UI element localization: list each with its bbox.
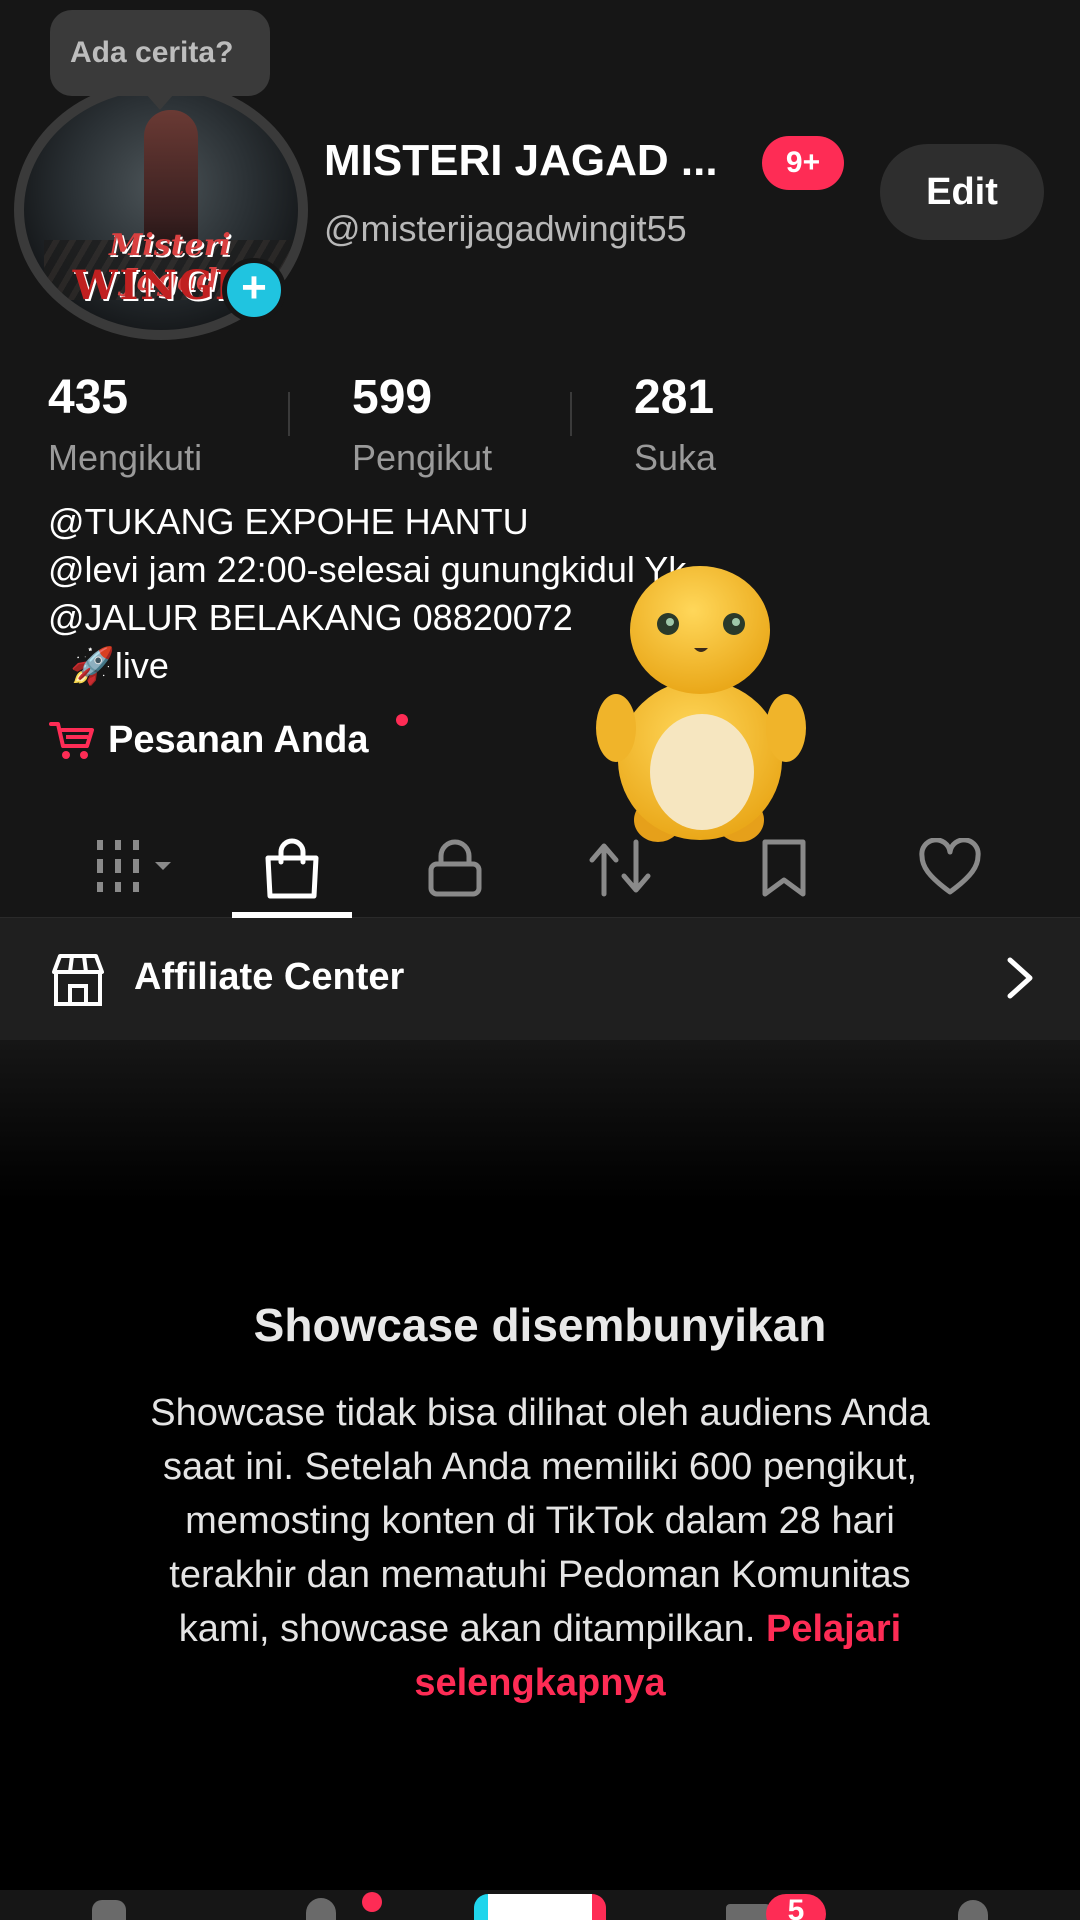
notification-badge[interactable]: 9+ — [762, 136, 844, 190]
friends-icon[interactable] — [306, 1898, 336, 1920]
home-icon[interactable] — [92, 1900, 126, 1920]
story-prompt-bubble[interactable]: Ada cerita? — [50, 10, 270, 110]
content-fade — [0, 1040, 1080, 1200]
tab-videos[interactable] — [60, 818, 220, 918]
inbox-icon[interactable] — [726, 1904, 770, 1920]
heart-icon — [919, 838, 981, 895]
chevron-right-icon — [1007, 957, 1033, 999]
stat-following-value: 435 — [48, 371, 129, 424]
tab-shop[interactable] — [212, 818, 372, 918]
stat-divider — [570, 392, 572, 436]
create-button[interactable] — [474, 1894, 606, 1920]
mascot-sticker — [596, 566, 806, 842]
profile-handle: @misterijagadwingit55 — [324, 208, 687, 249]
stat-likes-label: Suka — [634, 437, 717, 478]
tab-liked[interactable] — [870, 818, 1030, 918]
affiliate-center-label: Affiliate Center — [134, 956, 405, 998]
tab-private[interactable] — [375, 818, 535, 918]
stat-followers-value: 599 — [352, 371, 433, 424]
lock-icon — [428, 839, 482, 897]
orders-link[interactable]: Pesanan Anda — [48, 714, 408, 764]
stat-following[interactable]: 435 Mengikuti — [48, 370, 202, 479]
stat-likes-value: 281 — [634, 371, 715, 424]
showcase-title: Showcase disembunyikan — [253, 1299, 827, 1351]
orders-label: Pesanan Anda — [108, 718, 369, 761]
store-icon — [52, 954, 104, 1006]
showcase-message: Showcase tidak bisa dilihat oleh audiens… — [130, 1386, 950, 1710]
add-story-button[interactable]: + — [222, 258, 286, 322]
edit-profile-button[interactable]: Edit — [880, 144, 1044, 240]
shopping-bag-icon — [265, 838, 319, 899]
stat-divider — [288, 392, 290, 436]
stat-followers-label: Pengikut — [352, 437, 493, 478]
profile-tabs — [0, 818, 1080, 918]
profile-name: MISTERI JAGAD ... — [324, 136, 718, 185]
profile-icon[interactable] — [958, 1900, 988, 1920]
bottom-navigation — [0, 1890, 1080, 1920]
friends-notification-dot — [362, 1892, 382, 1912]
grid-icon — [97, 840, 171, 892]
stat-likes[interactable]: 281 Suka — [634, 370, 716, 479]
cart-icon — [49, 722, 94, 759]
inbox-badge[interactable]: 5 — [766, 1894, 826, 1920]
stat-following-label: Mengikuti — [48, 437, 203, 478]
affiliate-center-row[interactable]: Affiliate Center — [0, 918, 1080, 1040]
orders-notification-dot — [396, 714, 408, 726]
bio-line: @TUKANG EXPOHE HANTU — [48, 501, 529, 542]
stat-followers[interactable]: 599 Pengikut — [352, 370, 492, 479]
